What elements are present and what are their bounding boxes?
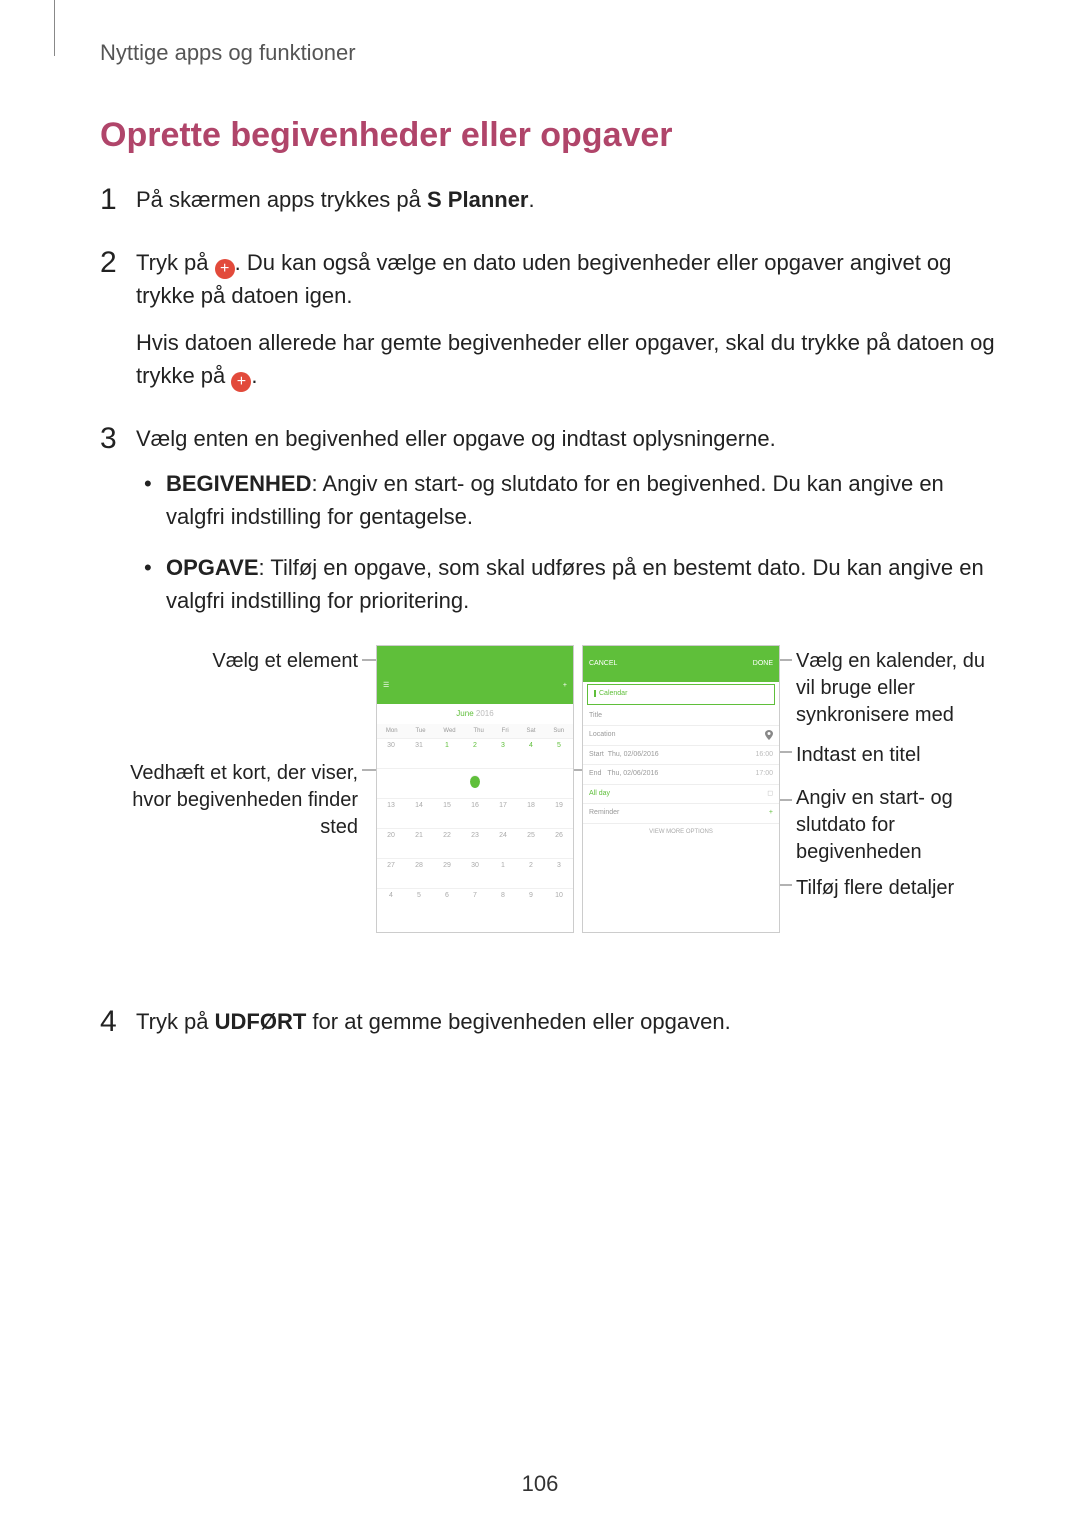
- mock-cancel: CANCEL: [589, 659, 617, 670]
- mock-cal-month: June: [456, 709, 473, 718]
- page-number: 106: [0, 1471, 1080, 1497]
- callout-right-1: Vælg en kalender, du vil bruge eller syn…: [796, 648, 1006, 729]
- mock-done: DONE: [753, 659, 773, 670]
- step-4-c: for at gemme begivenheden eller opgaven.: [306, 1009, 730, 1034]
- step-3-bullet-2: OPGAVE: Tilføj en opgave, som skal udfør…: [136, 551, 1000, 635]
- step-3-text: Vælg enten en begivenhed eller opgave og…: [136, 426, 776, 451]
- mock-event-editor: CANCEL DONE Calendar Title Location Start…: [582, 645, 780, 933]
- mock-view-more: VIEW MORE OPTIONS: [583, 824, 779, 841]
- callout-right-2: Indtast en titel: [796, 742, 1006, 769]
- step-4-a: Tryk på: [136, 1009, 215, 1034]
- callout-right-3: Angiv en start- og slutdato for begivenh…: [796, 785, 1006, 866]
- step-2-text-b: . Du kan også vælge en dato uden begiven…: [136, 250, 951, 308]
- location-pin-icon: [765, 730, 773, 745]
- step-3-b1-bold: BEGIVENHED: [166, 471, 311, 496]
- step-1-text-a: På skærmen apps trykkes på: [136, 187, 427, 212]
- callout-right-4: Tilføj flere detaljer: [796, 875, 1006, 902]
- step-4-bold: UDFØRT: [215, 1009, 307, 1034]
- mock-start: Start Thu, 02/06/201616:00: [583, 746, 779, 766]
- mock-end: End Thu, 02/06/201617:00: [583, 765, 779, 785]
- page-margin-rule: [54, 0, 55, 56]
- step-1-bold: S Planner: [427, 187, 528, 212]
- step-3-b2-bold: OPGAVE: [166, 555, 259, 580]
- step-2: Tryk på +. Du kan også vælge en dato ude…: [100, 246, 1000, 422]
- step-4: Tryk på UDFØRT for at gemme begivenheden…: [100, 1005, 1000, 1068]
- step-3-b2-rest: : Tilføj en opgave, som skal udføres på …: [166, 555, 984, 613]
- step-1-text-c: .: [529, 187, 535, 212]
- mock-calendar-sel: Calendar: [594, 690, 627, 697]
- figure-container: Vælg et element Vedhæft et kort, der vis…: [116, 645, 980, 955]
- step-1: På skærmen apps trykkes på S Planner.: [100, 183, 1000, 246]
- mock-title-field: Title: [583, 707, 779, 727]
- step-2-text-a: Tryk på: [136, 250, 215, 275]
- mock-reminder: Reminder+: [583, 804, 779, 824]
- mock-calendar: ☰+ June 2016 MonTueWedThuFriSatSun 30311…: [376, 645, 574, 933]
- section-heading: Oprette begivenheder eller opgaver: [100, 116, 1000, 155]
- step-3-bullet-1: BEGIVENHED: Angiv en start- og slutdato …: [136, 467, 1000, 551]
- step-2-sub-a: Hvis datoen allerede har gemte begivenhe…: [136, 330, 995, 388]
- breadcrumb: Nyttige apps og funktioner: [100, 40, 1000, 66]
- mock-allday: ◻All day: [583, 785, 779, 805]
- plus-icon: +: [231, 372, 251, 392]
- step-3: Vælg enten en begivenhed eller opgave og…: [100, 422, 1000, 1005]
- plus-icon: +: [215, 259, 235, 279]
- mock-cal-year: 2016: [476, 709, 494, 718]
- step-2-sub-b: .: [251, 363, 257, 388]
- mock-location-field: Location: [583, 726, 779, 746]
